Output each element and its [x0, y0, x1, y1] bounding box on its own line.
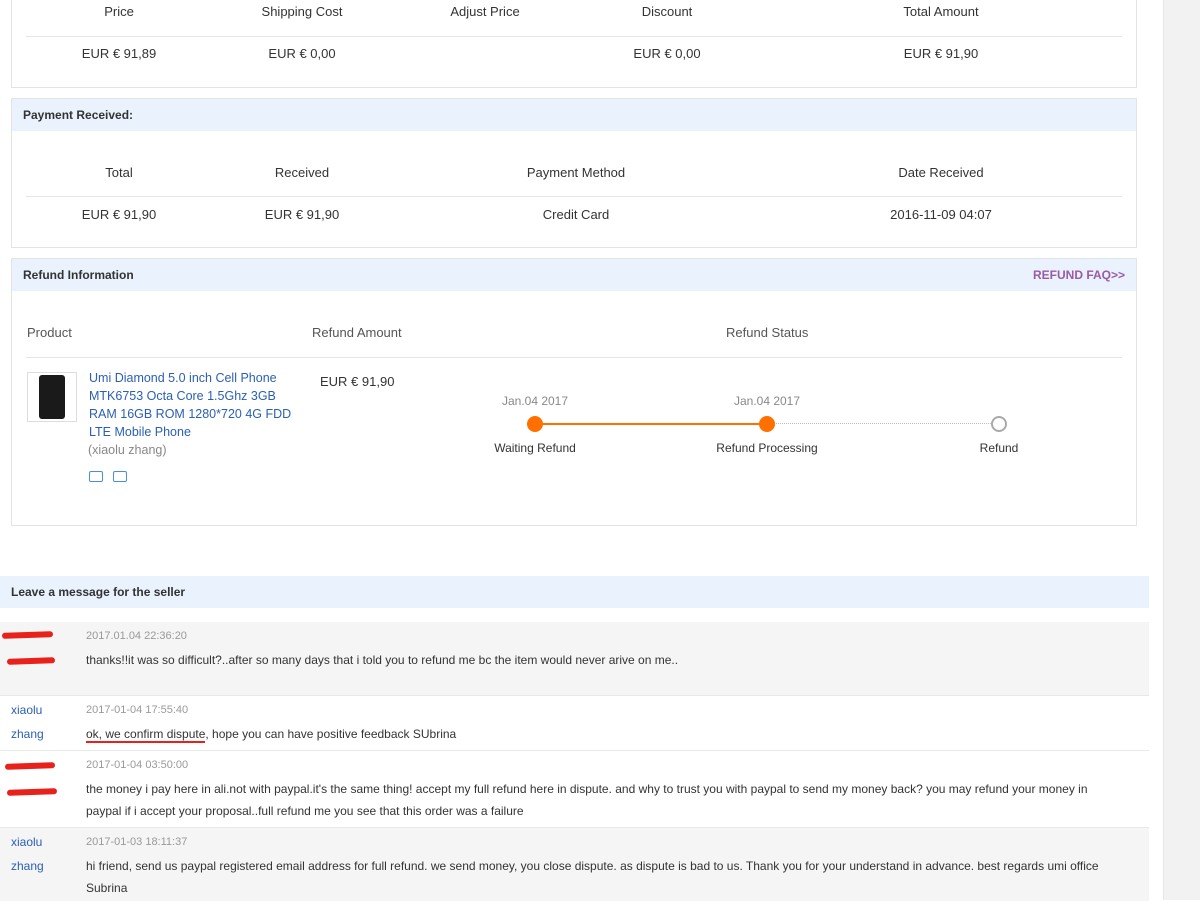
refund-amount: EUR € 91,90 [320, 374, 395, 389]
message-text-rest: , hope you can have positive feedback SU… [205, 727, 457, 741]
payment-header-method: Payment Method [526, 165, 626, 180]
message-time: 2017-01-04 17:55:40 [86, 704, 189, 716]
page-scrollbar[interactable] [1163, 0, 1200, 900]
payment-header-date: Date Received [898, 165, 984, 180]
product-title-link[interactable]: Umi Diamond 5.0 inch Cell Phone MTK6753 … [89, 369, 304, 441]
refund-panel-title: Refund Information [23, 268, 134, 282]
header-price: Price [104, 4, 134, 19]
step-3-label: Refund [979, 441, 1019, 455]
message-time: 2017.01.04 22:36:20 [86, 630, 187, 642]
payment-received-panel: Payment Received: Total Received Payment… [11, 98, 1137, 248]
message-user-last[interactable]: zhang [11, 727, 44, 741]
message-time: 2017-01-03 18:11:37 [86, 836, 188, 848]
step-1-dot [527, 416, 543, 432]
divider [26, 357, 1122, 358]
redaction-mark [1, 631, 54, 639]
header-shipping-cost: Shipping Cost [261, 4, 343, 19]
message-text: ok, we confirm dispute, hope you can hav… [86, 723, 1116, 745]
header-adjust-price: Adjust Price [450, 4, 520, 19]
refund-faq-link[interactable]: REFUND FAQ>> [1033, 268, 1125, 282]
refund-header-status: Refund Status [726, 325, 809, 340]
value-discount: EUR € 0,00 [633, 46, 701, 61]
refund-panel-header: Refund Information REFUND FAQ>> [12, 259, 1136, 291]
payment-total: EUR € 91,90 [81, 207, 157, 222]
step-1-date: Jan.04 2017 [501, 394, 569, 408]
redaction-mark [6, 657, 56, 665]
step-1-label: Waiting Refund [494, 441, 576, 455]
refund-information-panel: Refund Information REFUND FAQ>> Product … [11, 258, 1137, 526]
message-item: xiaolu zhang 2017-01-04 17:55:40 ok, we … [0, 695, 1149, 751]
refund-header-product: Product [27, 325, 72, 340]
message-text: the money i pay here in ali.not with pay… [86, 782, 1088, 818]
redaction-mark [4, 762, 56, 770]
message-user-last[interactable]: zhang [11, 859, 44, 873]
payment-panel-title: Payment Received: [23, 108, 134, 122]
value-price: EUR € 91,89 [81, 46, 157, 61]
step-3-dot [991, 416, 1007, 432]
message-user-first[interactable]: xiaolu [11, 835, 42, 849]
product-seller: (xiaolu zhang) [88, 443, 167, 457]
message-user-first[interactable]: xiaolu [11, 703, 42, 717]
order-summary-panel: Price Shipping Cost Adjust Price Discoun… [11, 0, 1137, 88]
payment-header-received: Received [274, 165, 330, 180]
refund-progress-line-done [536, 423, 767, 425]
redaction-mark [6, 788, 58, 796]
messages-title: Leave a message for the seller [11, 585, 186, 599]
value-total-amount: EUR € 91,90 [903, 46, 979, 61]
refund-progress-line-pending [767, 423, 999, 424]
phone-image [39, 375, 65, 419]
message-item: 2017.01.04 22:36:20 thanks!!it was so di… [0, 622, 1149, 695]
card-icon[interactable] [113, 471, 127, 482]
payment-method: Credit Card [542, 207, 610, 222]
step-2-date: Jan.04 2017 [733, 394, 801, 408]
product-thumbnail[interactable] [27, 372, 77, 422]
step-2-dot [759, 416, 775, 432]
messages-header: Leave a message for the seller [0, 576, 1149, 608]
message-item: xiaolu zhang 2017-01-03 18:11:37 hi frie… [0, 827, 1149, 901]
payment-header-total: Total [105, 165, 133, 180]
logistics-icon[interactable] [89, 471, 103, 482]
divider [26, 36, 1122, 37]
message-item: 2017-01-04 03:50:00 the money i pay here… [0, 750, 1149, 828]
message-text: thanks!!it was so difficult?..after so m… [86, 653, 679, 667]
refund-header-amount: Refund Amount [312, 325, 402, 340]
value-shipping-cost: EUR € 0,00 [268, 46, 336, 61]
message-text-highlight: ok, we confirm dispute [86, 727, 206, 743]
payment-panel-header: Payment Received: [12, 99, 1136, 131]
step-2-label: Refund Processing [716, 441, 818, 455]
payment-received: EUR € 91,90 [264, 207, 340, 222]
payment-date: 2016-11-09 04:07 [890, 207, 992, 222]
message-time: 2017-01-04 03:50:00 [86, 759, 189, 771]
divider [26, 196, 1122, 197]
header-discount: Discount [641, 4, 693, 19]
message-text: hi friend, send us paypal registered ema… [86, 859, 1099, 895]
header-total-amount: Total Amount [903, 4, 979, 19]
